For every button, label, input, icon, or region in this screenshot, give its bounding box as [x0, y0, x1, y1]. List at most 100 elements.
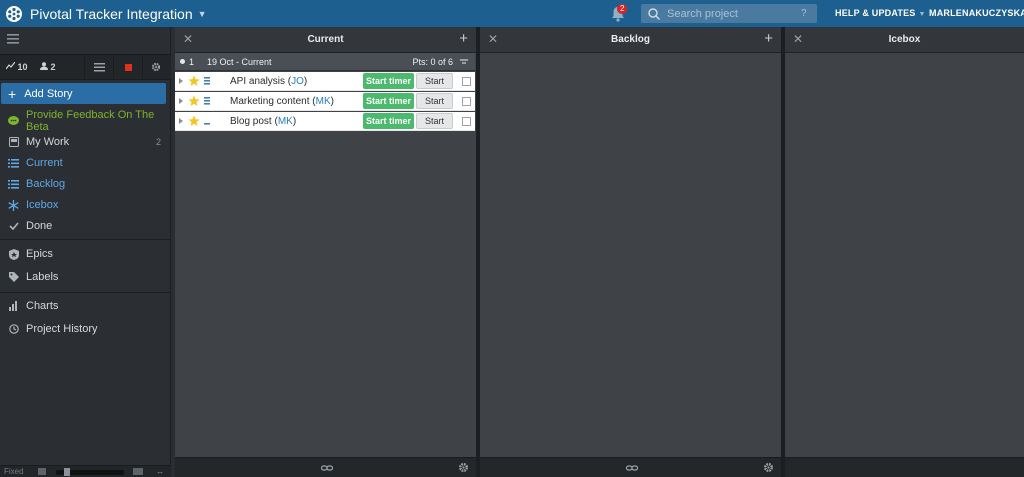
- expand-story-icon[interactable]: [179, 78, 183, 84]
- clock-icon: [8, 324, 19, 335]
- iteration-number: 1: [189, 56, 195, 67]
- panel-title: Current: [307, 34, 344, 45]
- expand-story-icon[interactable]: [179, 118, 183, 124]
- story-title[interactable]: API analysis (JO): [230, 76, 307, 87]
- project-title: Pivotal Tracker Integration: [30, 5, 193, 22]
- sidebar-item-my-work[interactable]: My Work 2: [0, 132, 171, 152]
- close-icon[interactable]: ✕: [183, 32, 193, 46]
- link-icon[interactable]: [626, 462, 638, 474]
- star-icon: [188, 95, 200, 106]
- panel-title: Backlog: [611, 34, 650, 45]
- snowflake-icon: [8, 199, 19, 211]
- project-stats-bar: 10 2: [0, 54, 171, 80]
- expand-story-icon[interactable]: [179, 98, 183, 104]
- star-icon: [188, 115, 200, 126]
- grid-icon[interactable]: [133, 468, 143, 475]
- start-button[interactable]: Start: [416, 113, 453, 129]
- user-menu[interactable]: MARLENAKUCZYSKA: [929, 8, 1024, 18]
- iteration-label: 19 Oct - Current: [207, 56, 272, 67]
- sidebar-item-project-history[interactable]: Project History: [0, 319, 171, 339]
- gear-icon[interactable]: [151, 62, 161, 72]
- start-button[interactable]: Start: [416, 93, 453, 109]
- sidebar-item-label: My Work: [26, 136, 70, 148]
- story-owner[interactable]: MK: [278, 116, 293, 127]
- search-help-icon[interactable]: ?: [801, 8, 807, 19]
- search-box: ?: [641, 4, 817, 23]
- panel-header: ✕ Backlog +: [480, 27, 781, 53]
- story-title-text: Blog post: [230, 115, 272, 127]
- story-row[interactable]: Blog post (MK) Start timer Start: [175, 112, 475, 131]
- story-checkbox[interactable]: [462, 117, 471, 126]
- gear-icon[interactable]: [763, 462, 774, 473]
- velocity-stat[interactable]: 10: [5, 61, 28, 72]
- divider: [0, 292, 171, 293]
- pivotal-logo-icon[interactable]: [4, 4, 24, 24]
- stop-icon[interactable]: [125, 64, 132, 71]
- help-updates-menu[interactable]: HELP & UPDATES ▼: [835, 8, 926, 18]
- story-checkbox[interactable]: [462, 97, 471, 106]
- story-owner[interactable]: MK: [316, 96, 331, 107]
- list-view-icon[interactable]: [94, 63, 105, 72]
- sidebar-item-label: Charts: [26, 300, 59, 312]
- add-story-label: Add Story: [24, 87, 73, 100]
- story-title-text: API analysis: [230, 75, 286, 87]
- sidebar-item-feedback[interactable]: Provide Feedback On The Beta: [0, 109, 171, 133]
- bar-chart-icon: [8, 301, 19, 312]
- help-updates-label: HELP & UPDATES: [835, 8, 916, 18]
- story-title[interactable]: Marketing content (MK): [230, 96, 334, 107]
- sidebar-item-label: Labels: [26, 271, 59, 283]
- add-story-button[interactable]: + Add Story: [1, 83, 166, 104]
- sidebar-item-epics[interactable]: Epics: [0, 244, 171, 264]
- chat-bubble-icon: [8, 116, 19, 127]
- story-checkbox[interactable]: [462, 77, 471, 86]
- tag-icon: [8, 272, 19, 283]
- estimate-1-icon: [204, 123, 210, 125]
- backlog-panel: ✕ Backlog +: [480, 27, 785, 477]
- close-icon[interactable]: ✕: [488, 32, 498, 46]
- iteration-header[interactable]: 1 19 Oct - Current Pts: 0 of 6: [175, 53, 475, 71]
- panel-header: ✕ Icebox: [785, 27, 1024, 53]
- sidebar-item-label: Current: [26, 157, 63, 169]
- zoom-slider-handle[interactable]: [64, 468, 70, 476]
- filter-icon[interactable]: [459, 57, 469, 67]
- start-timer-button[interactable]: Start timer: [363, 93, 414, 109]
- columns-icon[interactable]: [38, 468, 46, 475]
- add-story-plus-icon[interactable]: +: [764, 30, 773, 47]
- sidebar-item-label: Provide Feedback On The Beta: [26, 109, 155, 133]
- person-icon: [40, 62, 48, 70]
- iteration-points: Pts: 0 of 6: [412, 56, 453, 67]
- user-name: MARLENAKUCZYSKA: [929, 8, 1024, 18]
- hamburger-menu-icon[interactable]: [7, 34, 19, 44]
- sidebar-item-done[interactable]: Done: [0, 216, 171, 236]
- link-icon[interactable]: [321, 462, 333, 474]
- add-story-plus-icon[interactable]: +: [459, 30, 468, 47]
- start-button[interactable]: Start: [416, 73, 453, 89]
- members-stat[interactable]: 2: [40, 62, 56, 72]
- close-icon[interactable]: ✕: [793, 32, 803, 46]
- gear-icon[interactable]: [458, 462, 469, 473]
- check-icon: [8, 221, 19, 232]
- start-timer-button[interactable]: Start timer: [363, 113, 414, 129]
- sidebar-item-label: Epics: [26, 248, 53, 260]
- search-input[interactable]: [667, 7, 797, 20]
- panel-footer: [480, 457, 781, 477]
- project-title-menu[interactable]: Pivotal Tracker Integration ▼: [30, 6, 207, 22]
- divider: [84, 55, 85, 80]
- sidebar: 10 2 + Add Story Provide Feedback On The…: [0, 27, 171, 477]
- sidebar-item-icebox[interactable]: Icebox: [0, 195, 171, 215]
- divider: [142, 55, 143, 80]
- sidebar-item-charts[interactable]: Charts: [0, 296, 171, 316]
- sidebar-item-labels[interactable]: Labels: [0, 267, 171, 287]
- sidebar-item-backlog[interactable]: Backlog: [0, 174, 171, 194]
- story-title[interactable]: Blog post (MK): [230, 116, 296, 127]
- story-row[interactable]: Marketing content (MK) Start timer Start: [175, 92, 475, 111]
- expand-icon[interactable]: ↔: [156, 467, 164, 476]
- sidebar-item-label: Backlog: [26, 178, 66, 190]
- story-owner[interactable]: JO: [291, 76, 304, 87]
- panel-footer: [175, 457, 476, 477]
- story-row[interactable]: API analysis (JO) Start timer Start: [175, 72, 475, 91]
- sidebar-footer: Fixed ↔: [0, 465, 171, 477]
- sidebar-item-current[interactable]: Current: [0, 153, 171, 173]
- start-timer-button[interactable]: Start timer: [363, 73, 414, 89]
- list-icon: [8, 158, 19, 169]
